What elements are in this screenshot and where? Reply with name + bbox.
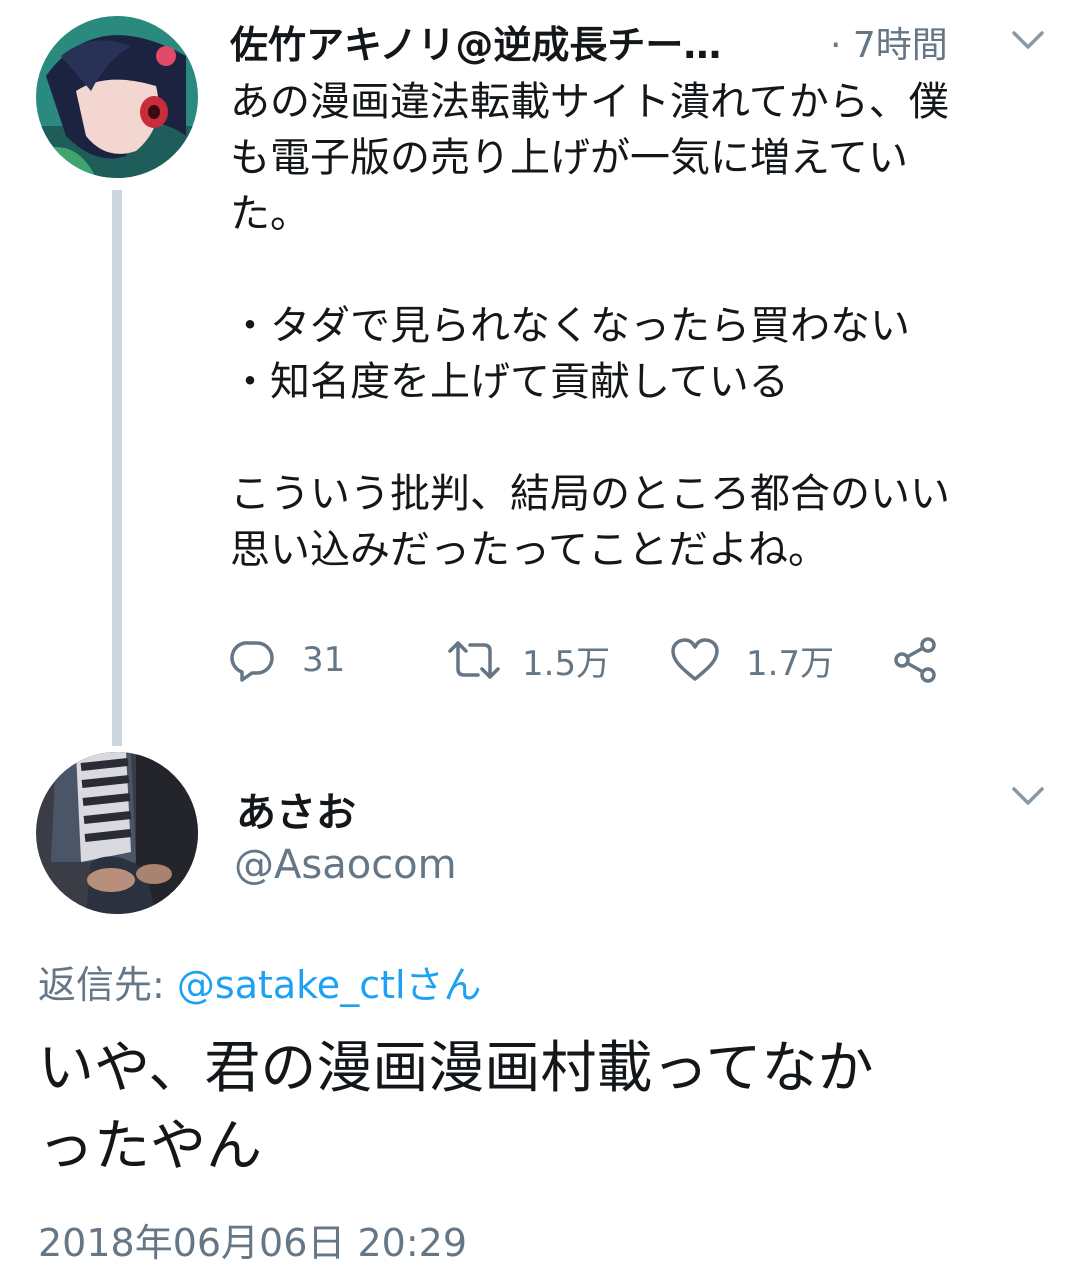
reply-text-line: ったやん	[38, 1114, 262, 1179]
tweet-text-blank-line	[230, 242, 1060, 298]
person-photo-avatar-icon	[36, 752, 198, 914]
tweet-text-blank-line	[230, 410, 1060, 466]
tweet-text-line: ・知名度を上げて貢献している	[230, 359, 789, 405]
tweet-text-line: ・タダで見られなくなったら買わない	[230, 303, 910, 349]
tweet-text-line: た。	[230, 191, 310, 237]
reply-author-display-name[interactable]: あさお	[236, 780, 356, 838]
reply-to-line: 返信先: @satake_ctlさん	[38, 954, 482, 1009]
tweet-text: あの漫画違法転載サイト潰れてから、僕 も電子版の売り上げが一気に増えてい た。 …	[230, 74, 1060, 578]
author-display-name[interactable]: 佐竹アキノリ@逆成長チー…	[230, 14, 721, 69]
retweet-icon	[448, 641, 500, 679]
reply-icon	[230, 641, 274, 682]
tweet-text-line: も電子版の売り上げが一気に増えてい	[230, 135, 908, 181]
author-avatar[interactable]	[36, 16, 198, 178]
tweet-action-bar: 31 1.5万 1.7万	[230, 630, 990, 690]
tweet-text-line: 思い込みだったってことだよね。	[230, 527, 828, 573]
reply-tweet-text: いや、君の漫画漫画村載ってなか ったやん	[38, 1030, 1048, 1186]
reply-count: 31	[302, 640, 346, 680]
reply-button[interactable]: 31	[230, 630, 345, 690]
retweet-button[interactable]: 1.5万	[446, 630, 610, 690]
tweet-relative-time[interactable]: · 7時間	[830, 16, 948, 68]
like-button[interactable]: 1.7万	[670, 630, 834, 690]
reply-timestamp[interactable]: 2018年06月06日 20:29	[38, 1212, 467, 1267]
reply-author-handle[interactable]: @Asaocom	[234, 842, 457, 888]
chevron-down-icon[interactable]	[1010, 784, 1046, 808]
like-count: 1.7万	[746, 643, 835, 684]
retweet-count: 1.5万	[522, 643, 611, 684]
heart-icon	[671, 638, 719, 681]
chevron-down-icon[interactable]	[1010, 28, 1046, 52]
anime-character-avatar-icon	[36, 16, 198, 178]
reply-to-mention-link[interactable]: @satake_ctlさん	[177, 963, 482, 1007]
thread-connector-line	[112, 190, 122, 746]
share-button[interactable]	[890, 630, 940, 690]
tweet-text-line: こういう批判、結局のところ都合のいい	[230, 471, 950, 517]
reply-to-label: 返信先:	[38, 963, 177, 1007]
reply-author-avatar[interactable]	[36, 752, 198, 914]
share-icon	[894, 637, 936, 683]
tweet-text-line: あの漫画違法転載サイト潰れてから、僕	[230, 79, 949, 125]
reply-text-line: いや、君の漫画漫画村載ってなか	[38, 1036, 874, 1101]
